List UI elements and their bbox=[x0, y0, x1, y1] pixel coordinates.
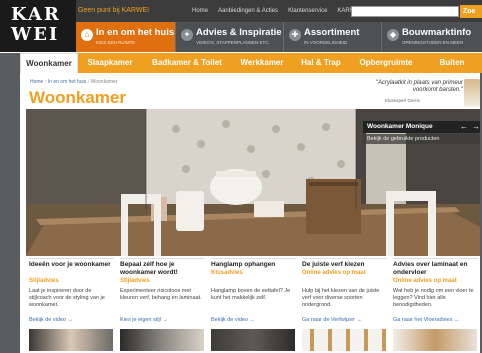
card-title: De juiste verf kiezen bbox=[302, 261, 365, 268]
tab-subtitle: IN VOORDELIGHEID bbox=[304, 40, 348, 45]
tagline: Geen punt bij KARWEI bbox=[78, 7, 150, 14]
card-link-label: Bekijk de video bbox=[211, 317, 248, 323]
subnav-badkamer-toilet[interactable]: Badkamer & Toilet bbox=[142, 53, 232, 73]
card-title: Advies over laminaat en ondervloer bbox=[393, 261, 468, 276]
card-link[interactable]: Kies je eigen stijl → bbox=[120, 317, 168, 323]
tab-assortiment[interactable]: ✚ Assortiment IN VOORDELIGHEID bbox=[284, 22, 382, 52]
card-thumbnail bbox=[29, 329, 113, 351]
tab-subtitle: VIDEO'S, STAPPENPLANNEN ETC. bbox=[196, 40, 270, 45]
arrow-right-icon: → bbox=[67, 317, 74, 323]
card-body: Experimenteer risicoloos met kleuren ver… bbox=[120, 288, 202, 301]
subnav-slaapkamer[interactable]: Slaapkamer bbox=[78, 53, 142, 73]
breadcrumb-current: Woonkamer bbox=[90, 79, 118, 85]
expert-quote: "Acrylaatkit in plaats van primeur voork… bbox=[375, 80, 463, 93]
arrow-left-icon[interactable]: ← bbox=[460, 121, 468, 133]
card-link[interactable]: Ga naar de Verfwijzer → bbox=[302, 317, 362, 323]
top-link-aanbiedingen[interactable]: Aanbiedingen & Acties bbox=[218, 8, 278, 14]
tab-advies-inspiratie[interactable]: ✦ Advies & Inspiratie VIDEO'S, STAPPENPL… bbox=[176, 22, 284, 52]
tab-in-en-om-het-huis[interactable]: ⌂ In en om het huis KIES EEN RUIMTE bbox=[76, 22, 176, 52]
card-body: Hanglamp boven de eettafel? Je kunt het … bbox=[211, 288, 291, 301]
hero-overlay-title[interactable]: Woonkamer Monique ← → bbox=[363, 121, 480, 133]
top-link-home[interactable]: Home bbox=[192, 8, 208, 14]
card-title: Hanglamp ophangen bbox=[211, 261, 276, 268]
card-link[interactable]: Bekijk de video → bbox=[29, 317, 73, 323]
card-thumbnail bbox=[120, 329, 204, 351]
arrow-right-icon: → bbox=[356, 317, 362, 323]
quote-author: Klusexpert Gerrie bbox=[385, 98, 421, 103]
expert-avatar bbox=[464, 79, 480, 107]
category-tabs: ⌂ In en om het huis KIES EEN RUIMTE ✦ Ad… bbox=[76, 22, 482, 52]
karwei-page: Geen punt bij KARWEI Home Aanbiedingen &… bbox=[0, 0, 482, 353]
hero-overlay-sub[interactable]: Bekijk de gebruikte producten bbox=[363, 134, 480, 144]
breadcrumb-home[interactable]: Home bbox=[30, 79, 43, 85]
card-link[interactable]: Ga naar het Vloeradvies → bbox=[393, 317, 459, 323]
tab-title: In en om het huis bbox=[96, 27, 175, 38]
card-link[interactable]: Bekijk de video → bbox=[211, 317, 255, 323]
card-subtitle: Online advies op maat bbox=[302, 270, 366, 276]
card-thumbnail bbox=[211, 329, 295, 351]
card-subtitle: Klusadvies bbox=[211, 270, 243, 276]
card-link-label: Bekijk de video bbox=[29, 317, 66, 323]
house-icon: ⌂ bbox=[81, 29, 93, 41]
card-title: Bepaal zélf hoe je woonkamer wordt! bbox=[120, 261, 178, 276]
tools-icon: ✚ bbox=[289, 29, 301, 41]
logo-line-1: KAR bbox=[11, 4, 61, 25]
card-laminaat[interactable]: Advies over laminaat en ondervloer Onlin… bbox=[393, 258, 478, 353]
overlay-title: Woonkamer Monique bbox=[367, 123, 433, 130]
logo-line-2: WEI bbox=[11, 24, 60, 45]
card-thumbnail bbox=[302, 329, 386, 351]
tab-title: Bouwmarktinfo bbox=[402, 27, 472, 38]
card-ideeen[interactable]: Ideeën voor je woonkamer Stijladvies Laa… bbox=[29, 258, 114, 353]
lightbulb-icon: ✦ bbox=[181, 29, 193, 41]
advice-cards: Ideeën voor je woonkamer Stijladvies Laa… bbox=[29, 258, 480, 353]
left-margin bbox=[0, 53, 20, 353]
card-bepaal-zelf[interactable]: Bepaal zélf hoe je woonkamer wordt! Stij… bbox=[120, 258, 205, 353]
top-link-klantenservice[interactable]: Klantenservice bbox=[288, 8, 327, 14]
card-subtitle: Stijladvies bbox=[120, 278, 150, 284]
arrow-right-icon: → bbox=[453, 317, 460, 323]
breadcrumb-in-en-om-het-huis[interactable]: In en om het huis bbox=[48, 79, 86, 85]
card-thumbnail bbox=[393, 329, 477, 351]
karwei-logo[interactable]: KAR WEI bbox=[0, 0, 76, 52]
arrow-right-icon: → bbox=[162, 317, 169, 323]
card-link-label: Ga naar het Vloeradvies bbox=[393, 317, 453, 323]
card-body: Laat je inspireren door de stijlcoach vo… bbox=[29, 288, 105, 308]
card-body: Wat heb je nodig om een vloer te leggen?… bbox=[393, 288, 474, 308]
subnav-woonkamer[interactable]: Woonkamer bbox=[20, 53, 78, 73]
card-link-label: Kies je eigen stijl bbox=[120, 317, 161, 323]
search-button[interactable]: Zoe bbox=[460, 5, 482, 18]
card-subtitle: Stijladvies bbox=[29, 278, 59, 284]
store-icon: ◆ bbox=[387, 29, 399, 41]
tab-bouwmarktinfo[interactable]: ◆ Bouwmarktinfo OPENINGSTIJDEN EN MEER bbox=[382, 22, 482, 52]
search-input[interactable] bbox=[351, 6, 459, 17]
arrow-right-icon[interactable]: → bbox=[472, 121, 480, 133]
room-subnav: Woonkamer Slaapkamer Badkamer & Toilet W… bbox=[20, 53, 482, 73]
card-body: Hulp bij het kiezen van de juiste verf v… bbox=[302, 288, 380, 308]
card-title: Ideeën voor je woonkamer bbox=[29, 261, 111, 268]
page-title: Woonkamer bbox=[29, 88, 126, 107]
subnav-werkkamer[interactable]: Werkkamer bbox=[232, 53, 292, 73]
tab-title: Advies & Inspiratie bbox=[196, 27, 282, 38]
subnav-hal-trap[interactable]: Hal & Trap bbox=[292, 53, 350, 73]
tab-subtitle: KIES EEN RUIMTE bbox=[96, 40, 136, 45]
subnav-buiten[interactable]: Buiten bbox=[422, 53, 482, 73]
tab-title: Assortiment bbox=[304, 27, 360, 38]
card-hanglamp[interactable]: Hanglamp ophangen Klusadvies Hanglamp bo… bbox=[211, 258, 296, 353]
card-subtitle: Online advies op maat bbox=[393, 278, 457, 284]
card-link-label: Ga naar de Verfwijzer bbox=[302, 317, 355, 323]
card-juiste-verf[interactable]: De juiste verf kiezen Online advies op m… bbox=[302, 258, 387, 353]
subnav-opbergruimte[interactable]: Opbergruimte bbox=[350, 53, 422, 73]
tab-subtitle: OPENINGSTIJDEN EN MEER bbox=[402, 40, 464, 45]
breadcrumb: Home › In en om het huis › Woonkamer bbox=[30, 79, 117, 85]
arrow-right-icon: → bbox=[249, 317, 256, 323]
